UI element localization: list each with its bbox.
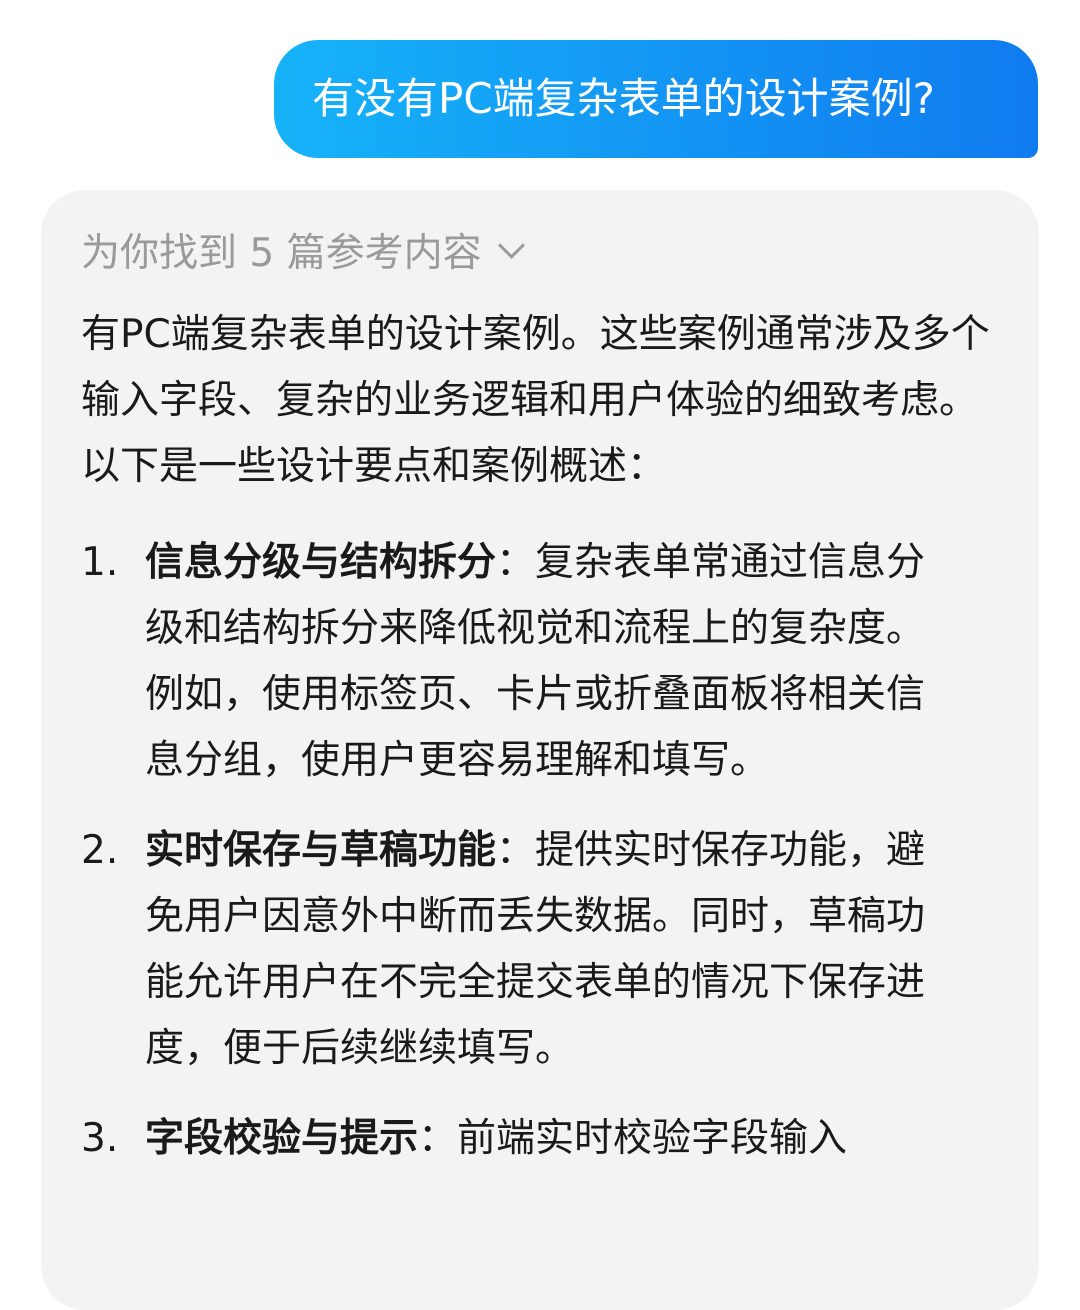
list-item-title: 实时保存与草稿功能 (145, 828, 497, 873)
list-item: 1. 信息分级与结构拆分：复杂表单常通过信息分级和结构拆分来降低视觉和流程上的复… (81, 530, 1039, 794)
list-item-separator: ： (496, 540, 536, 585)
user-message-bubble: 有没有PC端复杂表单的设计案例? (274, 40, 1038, 158)
references-label: 为你找到 5 篇参考内容 (81, 231, 482, 276)
list-item: 3. 字段校验与提示：前端实时校验字段输入 (81, 1106, 1039, 1172)
list-item-body: 字段校验与提示：前端实时校验字段输入 (145, 1106, 957, 1172)
list-item-separator: ： (418, 1116, 458, 1161)
list-item: 2. 实时保存与草稿功能：提供实时保存功能，避免用户因意外中断而丢失数据。同时，… (81, 818, 1039, 1082)
list-item-title: 信息分级与结构拆分 (145, 540, 497, 585)
list-item-number: 1. (81, 540, 119, 585)
list-item-text: 前端实时校验字段输入 (457, 1116, 848, 1161)
list-item-separator: ： (496, 828, 536, 873)
chevron-down-icon (497, 231, 525, 259)
list-item-title: 字段校验与提示 (145, 1116, 419, 1161)
list-item-number: 2. (81, 828, 119, 873)
answer-intro: 有PC端复杂表单的设计案例。这些案例通常涉及多个输入字段、复杂的业务逻辑和用户体… (81, 312, 990, 489)
design-points-list: 1. 信息分级与结构拆分：复杂表单常通过信息分级和结构拆分来降低视觉和流程上的复… (81, 530, 1039, 1172)
list-item-body: 信息分级与结构拆分：复杂表单常通过信息分级和结构拆分来降低视觉和流程上的复杂度。… (145, 530, 957, 794)
list-item-number: 3. (81, 1116, 119, 1161)
list-item-body: 实时保存与草稿功能：提供实时保存功能，避免用户因意外中断而丢失数据。同时，草稿功… (145, 818, 957, 1082)
assistant-answer-card: 为你找到 5 篇参考内容 有PC端复杂表单的设计案例。这些案例通常涉及多个输入字… (41, 190, 1039, 1310)
references-toggle[interactable]: 为你找到 5 篇参考内容 (81, 220, 1039, 280)
